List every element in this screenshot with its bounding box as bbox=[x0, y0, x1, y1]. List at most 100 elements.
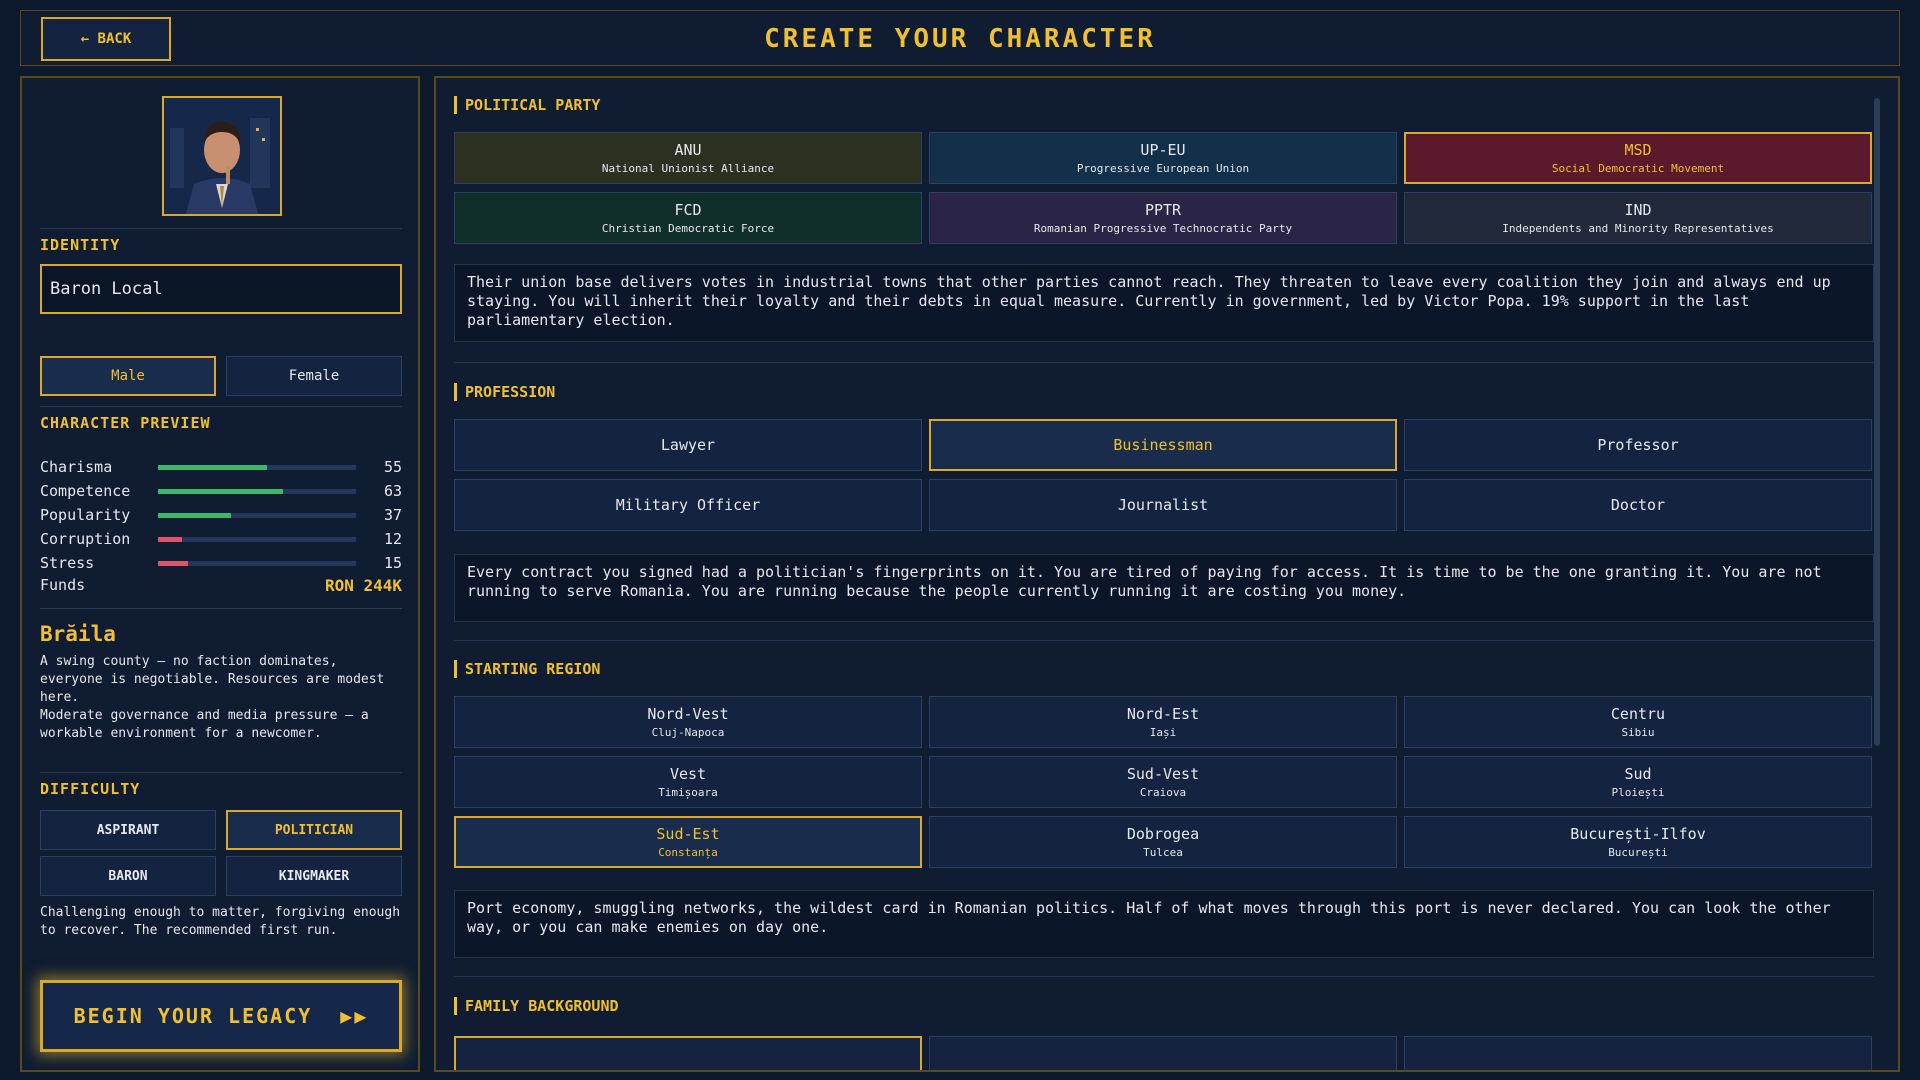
stat-row: Competence 63 bbox=[40, 480, 402, 502]
stat-value: 37 bbox=[383, 506, 402, 524]
stat-value: 12 bbox=[383, 530, 402, 548]
gender-male-button[interactable]: Male bbox=[40, 356, 216, 396]
stat-row: Popularity 37 bbox=[40, 504, 402, 526]
party-name: Social Democratic Movement bbox=[1551, 162, 1725, 175]
region-name: Nord-Est bbox=[1126, 705, 1200, 723]
stat-value: 15 bbox=[383, 554, 402, 572]
region-option[interactable]: Sud-Est Constanța bbox=[454, 816, 922, 868]
family-option-2[interactable] bbox=[929, 1036, 1397, 1070]
stat-bar bbox=[158, 512, 356, 518]
header-bar: ← BACK CREATE YOUR CHARACTER bbox=[20, 10, 1900, 66]
region-option[interactable]: Sud-Vest Craiova bbox=[929, 756, 1397, 808]
profession-name: Military Officer bbox=[615, 496, 761, 514]
character-name-input[interactable] bbox=[40, 264, 402, 314]
stat-bar-fill bbox=[158, 536, 182, 542]
funds-row: Funds RON 244K bbox=[40, 574, 402, 596]
party-name: Independents and Minority Representative… bbox=[1502, 222, 1774, 235]
party-option-fcd[interactable]: FCD Christian Democratic Force bbox=[454, 192, 922, 244]
region-name: Vest bbox=[669, 765, 707, 783]
family-option-1[interactable] bbox=[454, 1036, 922, 1070]
character-portrait bbox=[162, 96, 282, 216]
region-option[interactable]: Nord-Est Iași bbox=[929, 696, 1397, 748]
region-option[interactable]: Nord-Vest Cluj-Napoca bbox=[454, 696, 922, 748]
family-background-label: FAMILY BACKGROUND bbox=[454, 997, 619, 1015]
stat-name: Corruption bbox=[40, 530, 131, 548]
stat-bar-fill bbox=[158, 512, 232, 518]
party-option-pptr[interactable]: PPTR Romanian Progressive Technocratic Pa… bbox=[929, 192, 1397, 244]
region-city: Timișoara bbox=[658, 786, 718, 799]
party-abbr: MSD bbox=[1624, 141, 1652, 159]
county-description-line2: Moderate governance and media pressure —… bbox=[40, 708, 369, 741]
county-name: Brăila bbox=[40, 622, 116, 646]
stat-bar bbox=[158, 536, 356, 542]
difficulty-label: DIFFICULTY bbox=[40, 780, 141, 798]
back-button[interactable]: ← BACK bbox=[41, 17, 171, 61]
region-option[interactable]: Vest Timișoara bbox=[454, 756, 922, 808]
region-option[interactable]: Dobrogea Tulcea bbox=[929, 816, 1397, 868]
begin-legacy-button[interactable]: BEGIN YOUR LEGACY ▶▶ bbox=[40, 980, 402, 1052]
difficulty-baron-button[interactable]: BARON bbox=[40, 856, 216, 896]
party-abbr: ANU bbox=[674, 141, 702, 159]
party-name: Christian Democratic Force bbox=[601, 222, 775, 235]
region-name: București-Ilfov bbox=[1570, 825, 1706, 843]
party-option-anu[interactable]: ANU National Unionist Alliance bbox=[454, 132, 922, 184]
stat-name: Charisma bbox=[40, 458, 113, 476]
stat-bar bbox=[158, 560, 356, 566]
region-description: Port economy, smuggling networks, the wi… bbox=[454, 890, 1874, 958]
profession-label: PROFESSION bbox=[454, 383, 555, 401]
county-description-line1: A swing county — no faction dominates, e… bbox=[40, 654, 385, 705]
gender-female-button[interactable]: Female bbox=[226, 356, 402, 396]
region-option[interactable]: București-Ilfov București bbox=[1404, 816, 1872, 868]
region-city: Iași bbox=[1149, 726, 1177, 739]
stat-name: Stress bbox=[40, 554, 95, 572]
profession-option[interactable]: Lawyer bbox=[454, 419, 922, 471]
party-abbr: IND bbox=[1624, 201, 1652, 219]
stat-name: Competence bbox=[40, 482, 131, 500]
party-option-ind[interactable]: IND Independents and Minority Representat… bbox=[1404, 192, 1872, 244]
profession-name: Professor bbox=[1597, 436, 1679, 454]
stat-name: Popularity bbox=[40, 506, 131, 524]
page-title: CREATE YOUR CHARACTER bbox=[764, 24, 1156, 54]
profession-option[interactable]: Professor bbox=[1404, 419, 1872, 471]
region-option[interactable]: Sud Ploiești bbox=[1404, 756, 1872, 808]
party-abbr: FCD bbox=[674, 201, 702, 219]
stat-value: 55 bbox=[383, 458, 402, 476]
profession-name: Businessman bbox=[1113, 436, 1213, 454]
stat-bar-fill bbox=[158, 488, 283, 494]
party-option-msd[interactable]: MSD Social Democratic Movement bbox=[1404, 132, 1872, 184]
political-party-label: POLITICAL PARTY bbox=[454, 96, 600, 114]
party-abbr: PPTR bbox=[1144, 201, 1182, 219]
county-description: A swing county — no faction dominates, e… bbox=[40, 653, 402, 743]
profession-description: Every contract you signed had a politici… bbox=[454, 554, 1874, 622]
difficulty-kingmaker-button[interactable]: KINGMAKER bbox=[226, 856, 402, 896]
region-name: Sud-Est bbox=[656, 825, 720, 843]
options-scrollbar[interactable] bbox=[1874, 98, 1880, 746]
profession-name: Doctor bbox=[1610, 496, 1666, 514]
profession-name: Journalist bbox=[1117, 496, 1209, 514]
stat-value: 63 bbox=[383, 482, 402, 500]
region-city: București bbox=[1608, 846, 1668, 859]
party-description: Their union base delivers votes in indus… bbox=[454, 264, 1874, 342]
stat-row: Charisma 55 bbox=[40, 456, 402, 478]
region-name: Nord-Vest bbox=[647, 705, 729, 723]
profession-option[interactable]: Doctor bbox=[1404, 479, 1872, 531]
profession-option[interactable]: Military Officer bbox=[454, 479, 922, 531]
party-name: National Unionist Alliance bbox=[601, 162, 775, 175]
funds-label: Funds bbox=[40, 576, 86, 594]
stat-bar-fill bbox=[158, 464, 267, 470]
region-option[interactable]: Centru Sibiu bbox=[1404, 696, 1872, 748]
options-panel: POLITICAL PARTY ANU National Unionist All… bbox=[434, 76, 1900, 1072]
difficulty-description: Challenging enough to matter, forgiving … bbox=[40, 905, 401, 938]
profession-option[interactable]: Businessman bbox=[929, 419, 1397, 471]
profession-option[interactable]: Journalist bbox=[929, 479, 1397, 531]
difficulty-politician-button[interactable]: POLITICIAN bbox=[226, 810, 402, 850]
begin-legacy-label: BEGIN YOUR LEGACY bbox=[73, 1004, 313, 1028]
stat-row: Corruption 12 bbox=[40, 528, 402, 550]
character-sidebar: IDENTITY Male Female CHARACTER PREVIEW C… bbox=[20, 76, 420, 1072]
party-option-up-eu[interactable]: UP-EU Progressive European Union bbox=[929, 132, 1397, 184]
region-name: Centru bbox=[1610, 705, 1666, 723]
starting-region-label: STARTING REGION bbox=[454, 660, 600, 678]
stat-bar bbox=[158, 488, 356, 494]
family-option-3[interactable] bbox=[1404, 1036, 1872, 1070]
difficulty-aspirant-button[interactable]: ASPIRANT bbox=[40, 810, 216, 850]
